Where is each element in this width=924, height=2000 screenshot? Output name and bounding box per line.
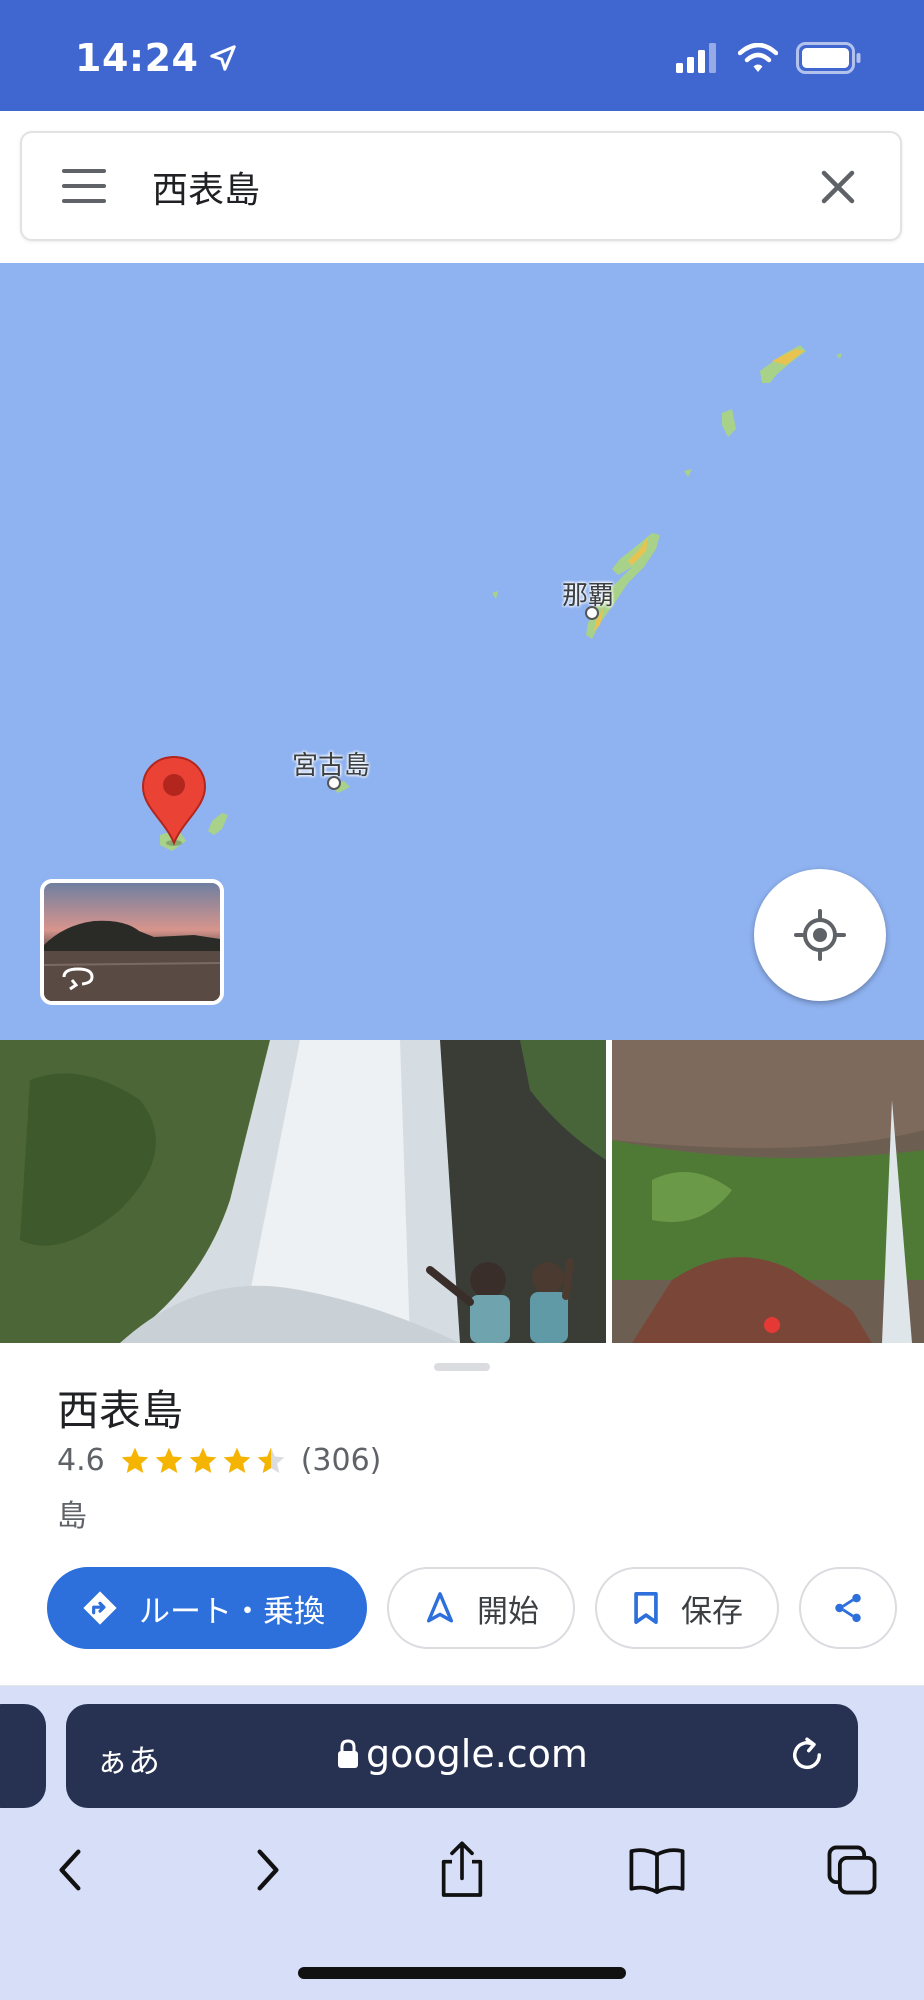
chevron-left-icon (59, 1849, 81, 1891)
rating-value: 4.6 (57, 1443, 105, 1478)
place-sheet[interactable]: 西表島 4.6 (306) 島 ルート・乗換 開始 保存 (0, 1343, 924, 1686)
status-icons (676, 42, 862, 74)
star-icon (121, 1447, 149, 1473)
crosshair-icon (794, 909, 846, 961)
rating-row[interactable]: 4.6 (306) (57, 1443, 381, 1478)
reload-icon[interactable] (786, 1734, 828, 1776)
close-icon[interactable] (818, 167, 858, 207)
star-icon (189, 1447, 217, 1473)
forward-button[interactable] (228, 1830, 308, 1910)
previous-tab-peek[interactable] (0, 1704, 46, 1808)
chevron-right-icon (257, 1849, 279, 1891)
directions-icon (83, 1591, 117, 1625)
directions-button[interactable]: ルート・乗換 (47, 1567, 367, 1649)
back-button[interactable] (30, 1830, 110, 1910)
url-display[interactable]: google.com (66, 1732, 858, 1776)
location-arrow-icon (210, 45, 237, 71)
rock-photo[interactable] (612, 1040, 924, 1343)
home-indicator[interactable] (298, 1967, 626, 1979)
rating-stars (119, 1445, 287, 1477)
url-domain: google.com (366, 1732, 588, 1776)
city-dot-naha (585, 606, 599, 620)
save-label: 保存 (681, 1593, 743, 1630)
location-pin-icon[interactable] (141, 755, 207, 847)
sheet-handle[interactable] (434, 1363, 490, 1371)
share-button[interactable] (799, 1567, 897, 1649)
place-name: 西表島 (57, 1386, 184, 1435)
search-area: 西表島 (0, 111, 924, 263)
hamburger-menu-icon[interactable] (62, 169, 106, 203)
cellular-signal-icon (676, 43, 716, 73)
star-icon (155, 1447, 183, 1473)
book-icon (629, 1848, 685, 1895)
start-label: 開始 (477, 1593, 539, 1630)
action-chips: ルート・乗換 開始 保存 (47, 1567, 897, 1649)
battery-icon (796, 42, 861, 74)
map-view[interactable]: 那覇 宮古島 (0, 263, 924, 1040)
status-bar: 14:24 (0, 0, 924, 111)
start-button[interactable]: 開始 (387, 1567, 575, 1649)
half-star-icon (257, 1447, 285, 1473)
share-icon (835, 1593, 861, 1623)
save-button[interactable]: 保存 (595, 1567, 779, 1649)
status-time-row: 14:24 (75, 36, 238, 80)
waterfall-photo[interactable] (0, 1040, 606, 1343)
navigation-arrow-icon (426, 1592, 454, 1623)
place-category: 島 (57, 1499, 87, 1534)
city-dot-miyako (327, 776, 341, 790)
rock-scene (612, 1040, 924, 1343)
wifi-icon (738, 43, 778, 72)
bookmarks-button[interactable] (617, 1830, 697, 1910)
photo-strip[interactable] (0, 1040, 924, 1343)
review-count[interactable]: (306) (301, 1443, 382, 1478)
share-sheet-icon (441, 1841, 483, 1897)
tabs-button[interactable] (812, 1830, 892, 1910)
share-sheet-button[interactable] (422, 1830, 502, 1910)
360-rotate-icon (62, 967, 94, 991)
browser-toolbar (0, 1830, 924, 1910)
waterfall-scene (0, 1040, 606, 1343)
search-query[interactable]: 西表島 (152, 161, 260, 213)
directions-label: ルート・乗換 (139, 1593, 325, 1630)
status-time: 14:24 (75, 36, 199, 80)
bookmark-icon (634, 1591, 658, 1625)
street-view-thumbnail[interactable] (40, 879, 224, 1005)
address-bar[interactable]: ぁあ google.com (66, 1704, 858, 1808)
lock-icon (338, 1739, 359, 1768)
my-location-button[interactable] (754, 869, 886, 1001)
tabs-icon (827, 1845, 877, 1895)
star-icon (223, 1447, 251, 1473)
search-box[interactable]: 西表島 (20, 131, 902, 241)
